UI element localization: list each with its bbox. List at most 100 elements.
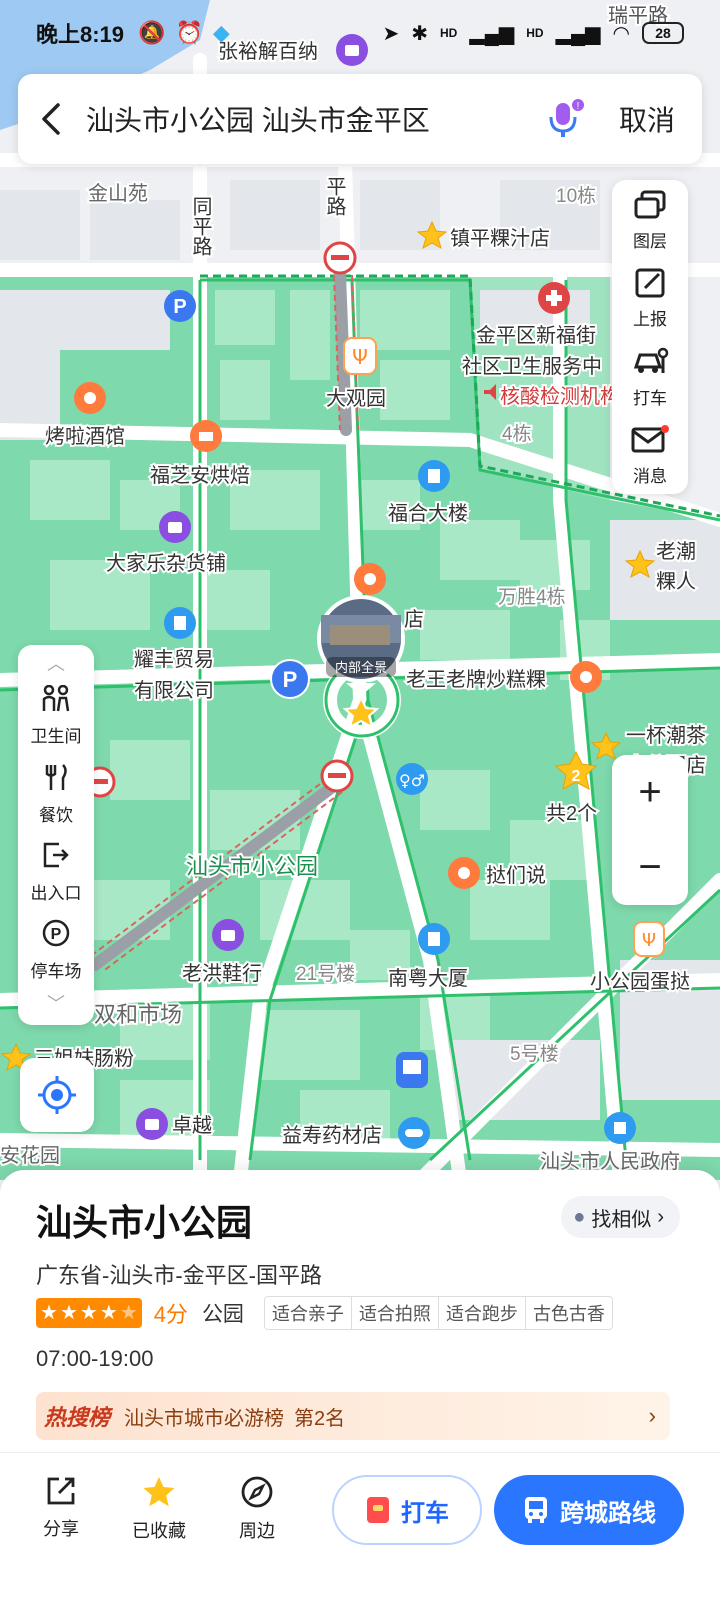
- map-label: 老潮: [656, 540, 696, 563]
- intercity-route-button[interactable]: 跨城路线: [494, 1475, 684, 1545]
- office-icon[interactable]: [418, 460, 450, 492]
- bakery-icon[interactable]: [190, 420, 222, 452]
- report-button[interactable]: 上报: [612, 259, 688, 338]
- parking-icon: P: [41, 918, 71, 953]
- chevron-right-icon: ›: [657, 1205, 664, 1228]
- road-label: 同平路: [189, 196, 212, 256]
- map-label: 有限公司: [134, 679, 214, 702]
- bus-stop-icon[interactable]: [396, 1052, 428, 1088]
- tag: 适合跑步: [439, 1297, 526, 1329]
- taxi-button[interactable]: 打车: [612, 337, 688, 416]
- alarm-icon: ⏰: [175, 20, 203, 45]
- chevron-down-icon[interactable]: ﹀: [47, 989, 65, 1017]
- messages-button[interactable]: 消息: [612, 416, 688, 495]
- shop-icon[interactable]: [212, 919, 244, 951]
- hot-ranking-banner[interactable]: 热搜榜 汕头市城市必游榜 第2名 ›: [36, 1392, 670, 1440]
- map-label: 一杯潮茶: [626, 724, 706, 747]
- map-label: 双和市场: [94, 1002, 182, 1027]
- map-label: 大家乐杂货铺: [106, 552, 226, 575]
- filter-toilet-button[interactable]: 卫生间: [31, 677, 82, 755]
- star-icon: [143, 1477, 175, 1507]
- map-label: 共2个: [546, 802, 597, 825]
- restaurant-icon[interactable]: [570, 661, 602, 693]
- share-icon: [47, 1477, 75, 1505]
- bus-icon: [525, 1497, 547, 1523]
- hospital-icon[interactable]: [538, 282, 570, 314]
- map-label: 安花园: [0, 1144, 60, 1167]
- map-label: 社区卫生服务中: [462, 355, 602, 378]
- svg-text:P: P: [51, 926, 62, 943]
- map-label: 汕头市小公园: [186, 854, 318, 879]
- zoom-controls: + −: [612, 755, 688, 905]
- office-icon[interactable]: [164, 607, 196, 639]
- map-label: 核酸检测机构: [500, 385, 620, 408]
- tag: 古色古香: [532, 1304, 605, 1324]
- locate-me-button[interactable]: [20, 1058, 94, 1132]
- collect-button[interactable]: 已收藏: [110, 1475, 208, 1543]
- zoom-in-button[interactable]: +: [612, 755, 688, 830]
- tag: 适合拍照: [352, 1297, 439, 1329]
- map-label: 万胜4栋: [498, 586, 566, 608]
- map-label: 耀丰贸易: [134, 648, 214, 671]
- star-icon: ★: [79, 1302, 98, 1324]
- search-bar: 汕头市小公园 汕头市金平区 ! 取消: [18, 74, 702, 164]
- voice-search-button[interactable]: !: [536, 91, 592, 147]
- search-query[interactable]: 汕头市小公园 汕头市金平区: [86, 99, 536, 139]
- parking-icon[interactable]: P: [270, 659, 310, 699]
- share-button[interactable]: 分享: [12, 1475, 110, 1541]
- dining-marker-icon[interactable]: Ψ: [633, 921, 665, 957]
- restaurant-icon[interactable]: [354, 563, 386, 595]
- svg-text:2: 2: [572, 768, 581, 785]
- find-similar-button[interactable]: ● 找相似 ›: [561, 1196, 680, 1238]
- chevron-left-icon: [42, 103, 60, 135]
- battery-icon: 28: [642, 22, 684, 44]
- hd-label: HD: [526, 26, 544, 40]
- entrance-icon: [41, 840, 71, 875]
- map-label: 镇平粿汁店: [450, 227, 550, 250]
- taxi-ride-button[interactable]: 打车: [332, 1475, 482, 1545]
- svg-text:P: P: [173, 296, 186, 318]
- message-icon: [630, 422, 670, 458]
- map-label: 粿人: [656, 570, 696, 593]
- parking-icon[interactable]: P: [164, 290, 196, 322]
- signal-icon: ▂▄▆: [469, 22, 515, 45]
- cancel-button[interactable]: 取消: [592, 99, 702, 139]
- toilet-icon: [41, 684, 71, 718]
- svg-text:内部全景: 内部全景: [335, 660, 387, 675]
- government-icon[interactable]: [604, 1112, 636, 1144]
- pin-icon: ●: [573, 1205, 586, 1228]
- chevron-up-icon[interactable]: ︿: [47, 649, 65, 677]
- chevron-right-icon: ›: [648, 1403, 656, 1428]
- map-label: 福芝安烘焙: [150, 464, 250, 487]
- crosshair-icon: [38, 1076, 76, 1114]
- wifi-icon: ◠: [612, 22, 630, 45]
- hot-list-rank: 第2名: [294, 1407, 346, 1430]
- zoom-out-button[interactable]: −: [612, 830, 688, 905]
- toilet-icon[interactable]: ♀♂: [396, 763, 428, 795]
- map-label: 福合大楼: [388, 502, 468, 525]
- place-tags: 适合亲子 适合拍照 适合跑步 古色古香: [263, 1296, 613, 1330]
- restaurant-icon[interactable]: [74, 382, 106, 414]
- shop-icon[interactable]: [136, 1108, 168, 1140]
- svg-text:Ψ: Ψ: [642, 930, 656, 951]
- shop-icon[interactable]: [159, 511, 191, 543]
- bluetooth-icon: ✱: [411, 22, 428, 45]
- back-button[interactable]: [18, 74, 86, 164]
- dining-marker-icon[interactable]: Ψ: [343, 337, 377, 375]
- map-label: 南粤大厦: [388, 967, 468, 990]
- filter-parking-button[interactable]: P 停车场: [31, 911, 82, 989]
- map-label: 益寿药材店: [282, 1124, 382, 1147]
- filter-dining-button[interactable]: 餐饮: [39, 755, 73, 833]
- map-label: 挞们说: [486, 864, 546, 887]
- map-label: 烤啦酒馆: [45, 425, 125, 448]
- layers-button[interactable]: 图层: [612, 180, 688, 259]
- clock: 晚上8:19: [36, 22, 125, 47]
- office-icon[interactable]: [418, 923, 450, 955]
- filter-entrance-button[interactable]: 出入口: [31, 833, 82, 911]
- nearby-button[interactable]: 周边: [208, 1475, 306, 1543]
- hot-list-name: 汕头市城市必游榜: [124, 1407, 285, 1430]
- svg-text:P: P: [283, 667, 298, 692]
- opening-hours: 07:00-19:00: [36, 1346, 154, 1371]
- pharmacy-icon[interactable]: [398, 1117, 430, 1149]
- restaurant-icon[interactable]: [448, 857, 480, 889]
